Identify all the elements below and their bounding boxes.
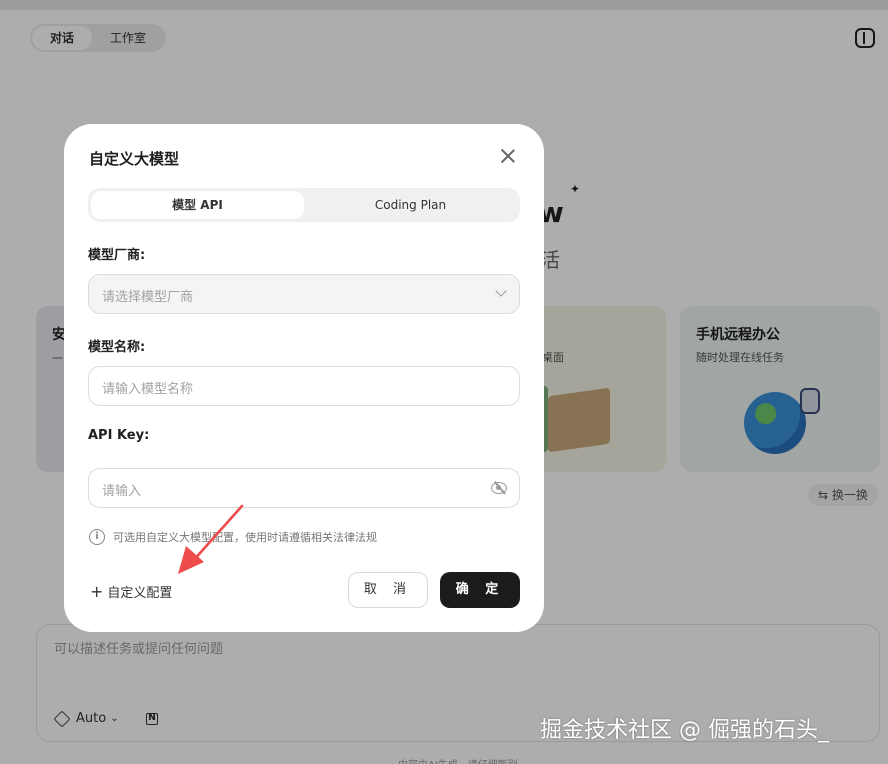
annotation-arrow <box>178 504 244 574</box>
arrow-head <box>178 546 204 574</box>
arrow-shaft <box>190 504 244 564</box>
watermark: 掘金技术社区 @ 倔强的石头_ <box>540 718 829 743</box>
